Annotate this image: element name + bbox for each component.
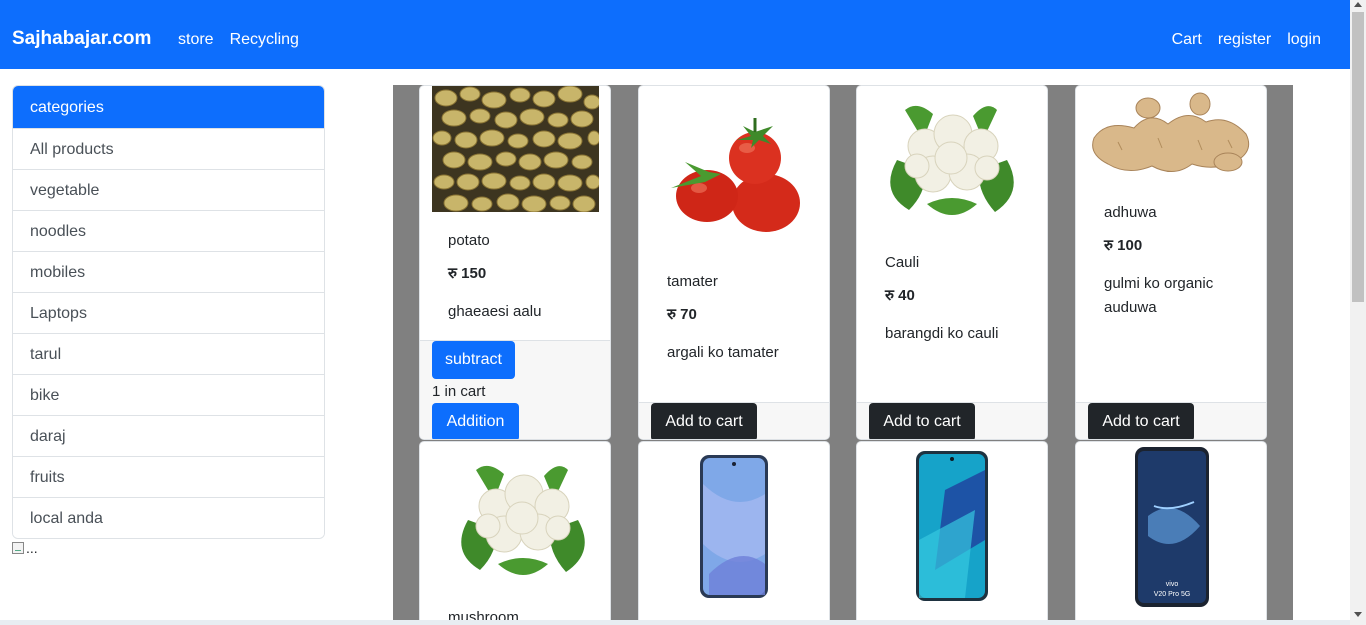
svg-text:vivo: vivo	[1166, 581, 1179, 588]
nav-left-links: store Recycling	[178, 31, 299, 49]
tomato-image	[671, 118, 800, 232]
product-price: रु 40	[885, 287, 915, 304]
add-to-cart-button[interactable]: Add to cart	[1088, 403, 1194, 439]
product-price: रु 70	[667, 306, 697, 323]
category-item-laptops[interactable]: Laptops	[13, 292, 324, 333]
phone-image	[916, 451, 988, 601]
phone-image: vivo V20 Pro 5G	[1135, 447, 1209, 607]
phone-image	[700, 455, 768, 598]
product-description: ghaeaesi aalu	[448, 303, 542, 320]
broken-image-icon	[12, 542, 24, 554]
product-card-adhuwa: adhuwa रु 100 gulmi ko organic auduwa Ad…	[1075, 85, 1267, 440]
category-item-noodles[interactable]: noodles	[13, 210, 324, 251]
product-description: gulmi ko organic auduwa	[1104, 275, 1214, 316]
category-item-local-anda[interactable]: local anda	[13, 497, 324, 538]
product-name: potato	[448, 232, 490, 249]
add-to-cart-button[interactable]: Add to cart	[651, 403, 757, 439]
cauliflower-image	[461, 465, 585, 575]
product-card-phone-1	[638, 441, 830, 625]
category-item-vegetable[interactable]: vegetable	[13, 169, 324, 210]
nav-link-login[interactable]: login	[1287, 31, 1321, 49]
nav-link-register[interactable]: register	[1218, 31, 1271, 49]
product-card-phone-2	[856, 441, 1048, 625]
ginger-image	[1092, 92, 1250, 172]
card-footer: Add to cart	[639, 402, 829, 439]
bottom-edge	[0, 620, 1350, 625]
nav-link-store[interactable]: store	[178, 31, 214, 49]
product-description: barangdi ko cauli	[885, 325, 999, 342]
subtract-button[interactable]: subtract	[432, 341, 515, 379]
scroll-down-arrow-icon[interactable]	[1354, 612, 1362, 617]
scroll-up-arrow-icon[interactable]	[1354, 2, 1362, 7]
scrollbar-thumb[interactable]	[1352, 12, 1364, 302]
card-footer: subtract 1 in cart Addition	[420, 340, 610, 439]
svg-text:V20 Pro 5G: V20 Pro 5G	[1154, 591, 1191, 598]
in-cart-count: 1 in cart	[432, 383, 486, 400]
category-sidebar: categories All products vegetable noodle…	[12, 85, 325, 539]
brand-logo[interactable]: Sajhabajar.com	[12, 28, 151, 50]
addition-button[interactable]: Addition	[432, 403, 519, 439]
category-item-daraj[interactable]: daraj	[13, 415, 324, 456]
card-footer: Add to cart	[1076, 402, 1266, 439]
potato-image	[432, 86, 599, 212]
product-name: tamater	[667, 273, 718, 290]
category-item-tarul[interactable]: tarul	[13, 333, 324, 374]
product-price: रु 100	[1104, 237, 1143, 254]
product-card-cauli: Cauli रु 40 barangdi ko cauli Add to car…	[856, 85, 1048, 440]
product-card-mushroom: mushroom	[419, 441, 611, 625]
broken-image-alt-text: ...	[26, 540, 38, 556]
product-card-phone-3: vivo V20 Pro 5G	[1075, 441, 1267, 625]
product-name: Cauli	[885, 254, 920, 271]
add-to-cart-button[interactable]: Add to cart	[869, 403, 975, 439]
nav-right-links: Cart register login	[1172, 31, 1321, 49]
categories-header[interactable]: categories	[13, 86, 324, 128]
category-item-all-products[interactable]: All products	[13, 128, 324, 169]
category-item-fruits[interactable]: fruits	[13, 456, 324, 497]
category-item-mobiles[interactable]: mobiles	[13, 251, 324, 292]
nav-link-cart[interactable]: Cart	[1172, 31, 1202, 49]
product-card-potato: potato रु 150 ghaeaesi aalu subtract 1 i…	[419, 85, 611, 440]
page-scrollbar[interactable]	[1350, 0, 1366, 625]
product-name: adhuwa	[1104, 204, 1157, 221]
card-footer: Add to cart	[857, 402, 1047, 439]
category-item-bike[interactable]: bike	[13, 374, 324, 415]
nav-link-recycling[interactable]: Recycling	[230, 31, 299, 49]
top-navbar: Sajhabajar.com store Recycling Cart regi…	[0, 0, 1350, 69]
product-card-tamater: tamater रु 70 argali ko tamater Add to c…	[638, 85, 830, 440]
broken-image: ...	[12, 540, 38, 556]
product-description: argali ko tamater	[667, 344, 779, 361]
product-price: रु 150	[448, 265, 487, 282]
cauliflower-image	[890, 105, 1014, 215]
